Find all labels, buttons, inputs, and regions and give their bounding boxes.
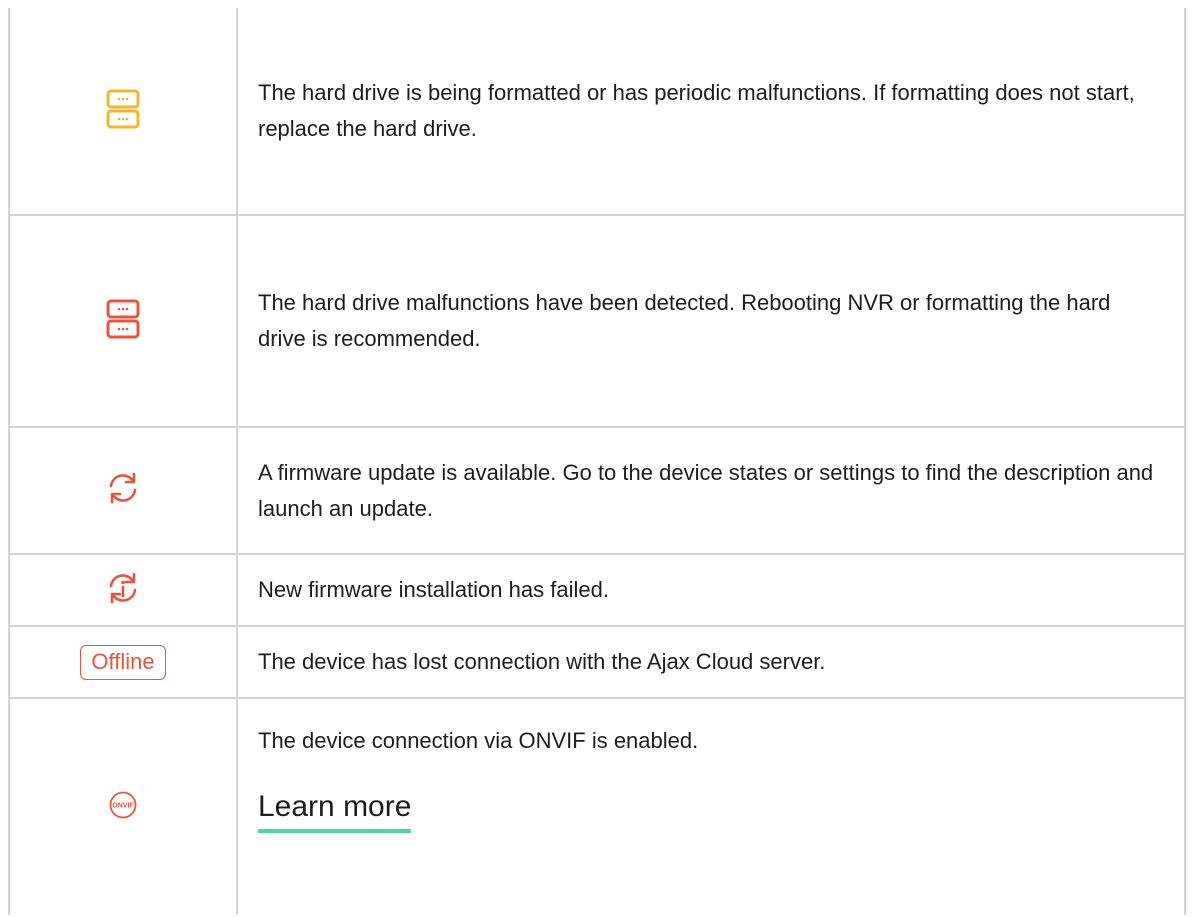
refresh-icon: [106, 471, 140, 505]
onvif-icon: ONVIF: [108, 790, 138, 820]
icon-cell: [8, 214, 238, 428]
table-row: ONVIF The device connection via ONVIF is…: [8, 697, 1186, 915]
icon-cell: [8, 8, 238, 216]
row-description: A firmware update is available. Go to th…: [258, 459, 1154, 521]
table-row: New firmware installation has failed.: [8, 553, 1186, 627]
table-row: A firmware update is available. Go to th…: [8, 426, 1186, 555]
table-row: Offline The device has lost connection w…: [8, 625, 1186, 699]
onvif-icon-label: ONVIF: [112, 802, 134, 809]
learn-more-link[interactable]: Learn more: [258, 789, 412, 833]
text-cell: The hard drive is being formatted or has…: [236, 8, 1186, 216]
table-row: The hard drive malfunctions have been de…: [8, 214, 1186, 428]
text-cell: The device connection via ONVIF is enabl…: [236, 697, 1186, 915]
row-description: The device connection via ONVIF is enabl…: [258, 728, 699, 753]
text-cell: New firmware installation has failed.: [236, 553, 1186, 627]
row-description: The device has lost connection with the …: [258, 649, 826, 674]
offline-badge: Offline: [80, 644, 166, 680]
text-cell: The hard drive malfunctions have been de…: [236, 214, 1186, 428]
hdd-error-icon: [106, 298, 140, 340]
text-cell: A firmware update is available. Go to th…: [236, 426, 1186, 555]
row-description: New firmware installation has failed.: [258, 577, 609, 602]
icon-cell: ONVIF: [8, 697, 238, 915]
page: The hard drive is being formatted or has…: [0, 0, 1192, 917]
icon-cell: [8, 553, 238, 627]
icon-cell: [8, 426, 238, 555]
row-description: The hard drive malfunctions have been de…: [258, 290, 1111, 351]
update-failed-icon: [106, 571, 140, 605]
hdd-warning-icon: [106, 88, 140, 130]
table-row: The hard drive is being formatted or has…: [8, 8, 1186, 216]
row-description: The hard drive is being formatted or has…: [258, 80, 1135, 141]
status-icons-table: The hard drive is being formatted or has…: [8, 8, 1186, 915]
text-cell: The device has lost connection with the …: [236, 625, 1186, 699]
icon-cell: Offline: [8, 625, 238, 699]
